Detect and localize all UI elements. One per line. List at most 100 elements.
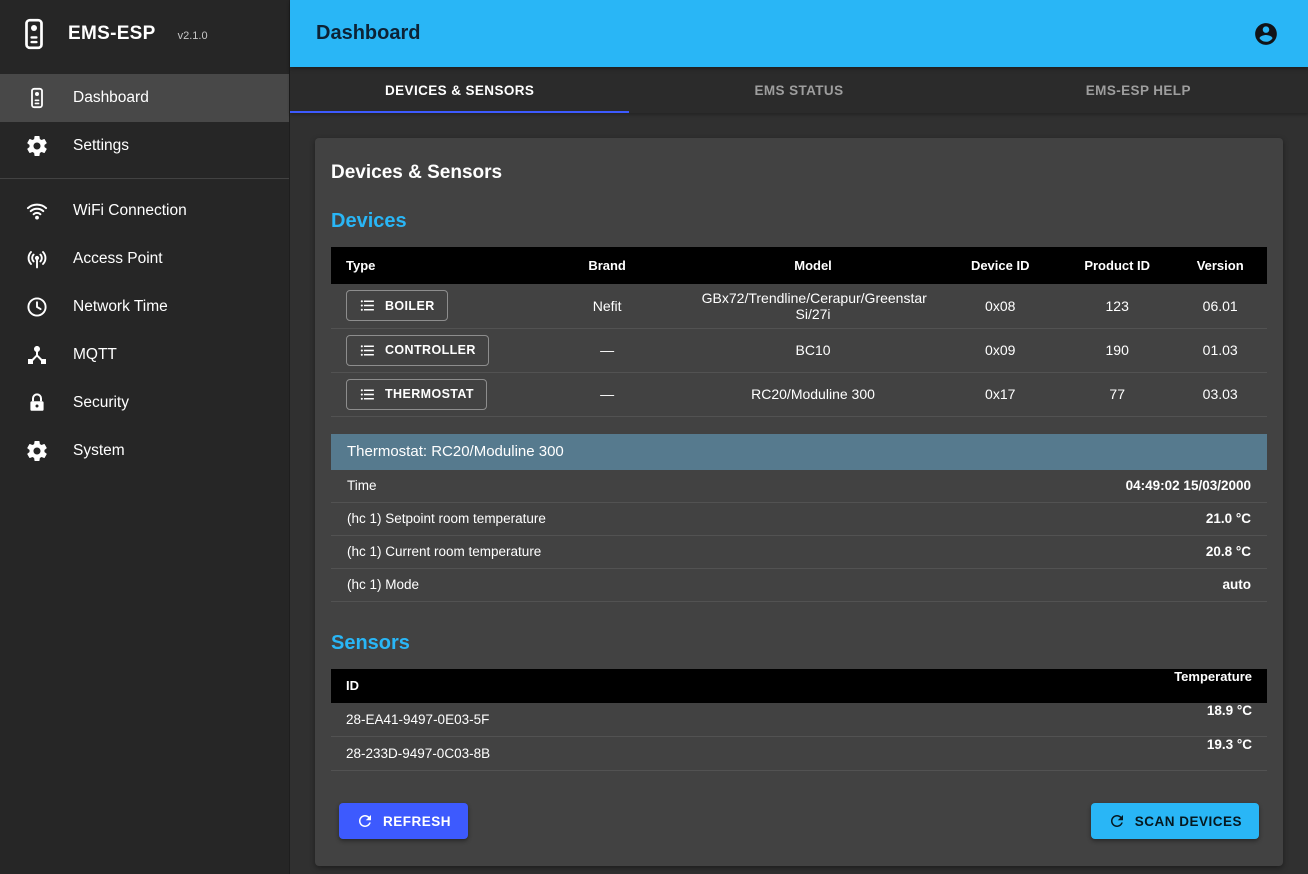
- column-id: ID: [331, 669, 799, 703]
- device-version: 01.03: [1173, 328, 1267, 372]
- product-id: 123: [1061, 284, 1173, 328]
- column-device-id: Device ID: [939, 247, 1061, 284]
- sidebar: EMS-ESP v2.1.0 Dashboard Settings WiFi C…: [0, 0, 290, 874]
- ems-esp-logo-icon: [16, 12, 52, 56]
- sidebar-item-settings[interactable]: Settings: [0, 122, 289, 170]
- sensor-id: 28-EA41-9497-0E03-5F: [331, 703, 799, 737]
- column-model: Model: [687, 247, 940, 284]
- sidebar-item-label: Settings: [73, 137, 129, 155]
- list-icon: [359, 342, 376, 359]
- product-id: 77: [1061, 372, 1173, 416]
- value-text: 21.0 °C: [1206, 511, 1251, 526]
- access-point-icon: [25, 247, 49, 271]
- device-type-label: BOILER: [385, 299, 435, 313]
- account-circle-icon: [1253, 21, 1279, 47]
- thermostat-row-current-temp: (hc 1) Current room temperature 20.8 °C: [331, 536, 1267, 569]
- sidebar-item-network-time[interactable]: Network Time: [0, 283, 289, 331]
- value-label: (hc 1) Mode: [347, 577, 419, 592]
- value-label: Time: [347, 478, 377, 493]
- thermostat-row-mode: (hc 1) Mode auto: [331, 569, 1267, 602]
- device-version: 03.03: [1173, 372, 1267, 416]
- account-button[interactable]: [1246, 14, 1286, 54]
- device-row-thermostat: THERMOSTAT — RC20/Moduline 300 0x17 77 0…: [331, 372, 1267, 416]
- sidebar-item-label: Security: [73, 394, 129, 412]
- gear-icon: [25, 134, 49, 158]
- tab-bar: DEVICES & SENSORS EMS STATUS EMS-ESP HEL…: [290, 67, 1308, 113]
- thermostat-section-header: Thermostat: RC20/Moduline 300: [331, 434, 1267, 470]
- app-brand: EMS-ESP v2.1.0: [0, 0, 289, 67]
- app-bar: Dashboard: [290, 0, 1308, 67]
- sidebar-item-security[interactable]: Security: [0, 379, 289, 427]
- device-icon: [25, 86, 49, 110]
- content-area: Devices & Sensors Devices Type Brand Mod…: [290, 113, 1308, 874]
- column-product-id: Product ID: [1061, 247, 1173, 284]
- tab-ems-status[interactable]: EMS STATUS: [629, 67, 968, 113]
- page-title: Dashboard: [316, 22, 1246, 45]
- device-model: BC10: [687, 328, 940, 372]
- device-brand: —: [528, 328, 687, 372]
- sidebar-item-wifi-connection[interactable]: WiFi Connection: [0, 187, 289, 235]
- devices-table-header: Type Brand Model Device ID Product ID Ve…: [331, 247, 1267, 284]
- devices-heading: Devices: [331, 210, 1267, 233]
- lock-icon: [25, 391, 49, 415]
- device-id: 0x09: [939, 328, 1061, 372]
- tab-devices-sensors[interactable]: DEVICES & SENSORS: [290, 67, 629, 113]
- sensors-table-header: ID Temperature: [331, 669, 1267, 703]
- sidebar-item-mqtt[interactable]: MQTT: [0, 331, 289, 379]
- refresh-icon: [356, 812, 374, 830]
- device-type-label: THERMOSTAT: [385, 387, 474, 401]
- refresh-button[interactable]: REFRESH: [339, 803, 468, 839]
- device-row-boiler: BOILER Nefit GBx72/Trendline/Cerapur/Gre…: [331, 284, 1267, 328]
- value-label: (hc 1) Current room temperature: [347, 544, 541, 559]
- card-title: Devices & Sensors: [331, 162, 1267, 184]
- device-id: 0x08: [939, 284, 1061, 328]
- sensors-heading: Sensors: [331, 632, 1267, 655]
- sensor-temperature: 18.9 °C: [799, 703, 1267, 737]
- device-brand: —: [528, 372, 687, 416]
- column-type: Type: [331, 247, 528, 284]
- sidebar-item-label: Dashboard: [73, 89, 149, 107]
- sidebar-item-access-point[interactable]: Access Point: [0, 235, 289, 283]
- thermostat-row-time: Time 04:49:02 15/03/2000: [331, 470, 1267, 503]
- value-label: (hc 1) Setpoint room temperature: [347, 511, 546, 526]
- device-model: GBx72/Trendline/Cerapur/Greenstar Si/27i: [687, 284, 940, 328]
- sidebar-item-system[interactable]: System: [0, 427, 289, 475]
- app-version: v2.1.0: [178, 25, 208, 42]
- column-temperature: Temperature: [799, 669, 1267, 703]
- sidebar-item-dashboard[interactable]: Dashboard: [0, 74, 289, 122]
- device-row-controller: CONTROLLER — BC10 0x09 190 01.03: [331, 328, 1267, 372]
- gear-icon: [25, 439, 49, 463]
- value-text: 04:49:02 15/03/2000: [1126, 478, 1251, 493]
- list-icon: [359, 297, 376, 314]
- list-icon: [359, 386, 376, 403]
- controller-device-button[interactable]: CONTROLLER: [346, 335, 489, 366]
- scan-devices-button[interactable]: SCAN DEVICES: [1091, 803, 1259, 839]
- main-column: Dashboard DEVICES & SENSORS EMS STATUS E…: [290, 0, 1308, 874]
- sidebar-divider: [0, 178, 289, 179]
- refresh-icon: [1108, 812, 1126, 830]
- app-window: EMS-ESP v2.1.0 Dashboard Settings WiFi C…: [0, 0, 1308, 874]
- product-id: 190: [1061, 328, 1173, 372]
- wifi-icon: [25, 199, 49, 223]
- value-text: auto: [1223, 577, 1252, 592]
- sidebar-item-label: WiFi Connection: [73, 202, 187, 220]
- thermostat-row-setpoint-temp: (hc 1) Setpoint room temperature 21.0 °C: [331, 503, 1267, 536]
- boiler-device-button[interactable]: BOILER: [346, 290, 448, 321]
- sidebar-item-label: MQTT: [73, 346, 117, 364]
- scan-devices-button-label: SCAN DEVICES: [1135, 814, 1242, 829]
- column-version: Version: [1173, 247, 1267, 284]
- action-buttons-row: REFRESH SCAN DEVICES: [331, 803, 1267, 839]
- app-name: EMS-ESP: [68, 23, 156, 45]
- value-text: 20.8 °C: [1206, 544, 1251, 559]
- device-hub-icon: [25, 343, 49, 367]
- device-type-label: CONTROLLER: [385, 343, 476, 357]
- tab-ems-esp-help[interactable]: EMS-ESP HELP: [969, 67, 1308, 113]
- thermostat-device-button[interactable]: THERMOSTAT: [346, 379, 487, 410]
- devices-table: Type Brand Model Device ID Product ID Ve…: [331, 247, 1267, 417]
- sensor-row: 28-EA41-9497-0E03-5F 18.9 °C: [331, 703, 1267, 737]
- device-model: RC20/Moduline 300: [687, 372, 940, 416]
- sensors-table: ID Temperature 28-EA41-9497-0E03-5F 18.9…: [331, 669, 1267, 772]
- sensor-row: 28-233D-9497-0C03-8B 19.3 °C: [331, 737, 1267, 771]
- sidebar-item-label: Network Time: [73, 298, 168, 316]
- column-brand: Brand: [528, 247, 687, 284]
